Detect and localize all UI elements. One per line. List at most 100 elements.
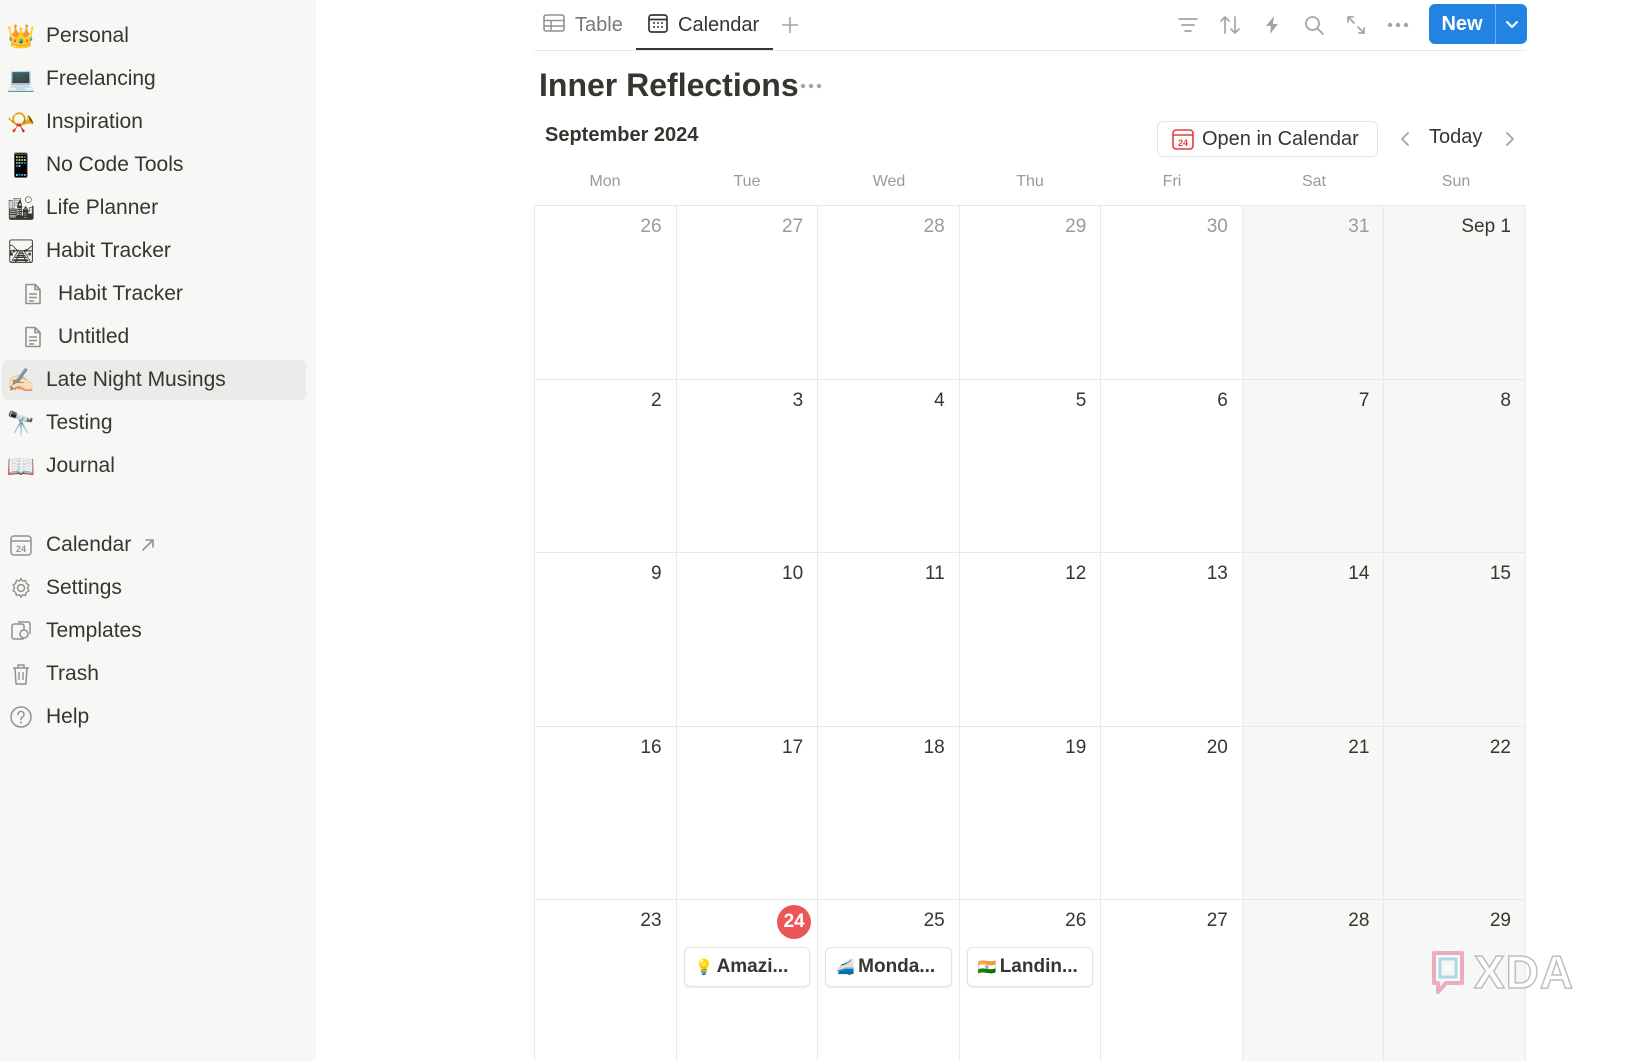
- calendar-day-cell[interactable]: 4: [818, 379, 960, 553]
- calendar-day-cell[interactable]: 2: [535, 379, 677, 553]
- sidebar-item-untitled[interactable]: Untitled: [14, 317, 306, 357]
- day-number: 29: [1065, 216, 1087, 237]
- calendar-day-cell[interactable]: 22: [1384, 726, 1526, 900]
- calendar-day-cell[interactable]: 14: [1242, 553, 1385, 727]
- day-number: 27: [1206, 910, 1228, 931]
- sidebar-item-no-code-tools[interactable]: 📱 No Code Tools: [2, 145, 306, 185]
- day-number: 26: [1065, 910, 1087, 931]
- day-number: 26: [640, 216, 662, 237]
- calendar-icon: [648, 13, 668, 38]
- calendar-day-cell[interactable]: 28: [818, 206, 960, 380]
- plus-icon: [782, 17, 798, 33]
- xda-logo-icon: [1432, 951, 1464, 994]
- calendar-day-cell[interactable]: 29: [959, 206, 1102, 380]
- sidebar-trash[interactable]: Trash: [2, 654, 306, 694]
- calendar-day-cell[interactable]: 26 🇮🇳 Landin...: [959, 900, 1102, 1061]
- calendar-day-cell[interactable]: 23: [535, 900, 677, 1061]
- sidebar-settings[interactable]: Settings: [2, 568, 306, 608]
- calendar-day-cell-today[interactable]: 24 💡 Amazi...: [676, 900, 819, 1061]
- chevron-down-icon: [1505, 20, 1518, 28]
- sidebar-help[interactable]: Help: [2, 697, 306, 737]
- calendar-day-cell[interactable]: 20: [1101, 726, 1243, 900]
- new-button[interactable]: New: [1429, 4, 1495, 44]
- day-number: 20: [1206, 736, 1228, 758]
- calendar-day-cell[interactable]: 27: [676, 206, 819, 380]
- sidebar-footer-label: Templates: [46, 619, 142, 642]
- calendar-day-cell[interactable]: 5: [959, 379, 1102, 553]
- event-card[interactable]: 🚄 Monda...: [825, 947, 952, 987]
- title-more-button[interactable]: [796, 74, 826, 98]
- previous-month-button[interactable]: [1392, 124, 1418, 154]
- calendar-day-cell[interactable]: 7: [1242, 379, 1385, 553]
- calendar-grid: 26 27 28 29 30 31 Sep 1 2 3 4 5 6 7 8 9 …: [534, 205, 1526, 1061]
- calendar-day-cell[interactable]: 12: [959, 553, 1102, 727]
- filter-icon: [1178, 18, 1198, 32]
- calendar-app-icon-date: 24: [1178, 138, 1188, 148]
- sidebar-item-personal[interactable]: 👑 Personal: [2, 16, 306, 56]
- calendar-day-cell[interactable]: 28: [1242, 900, 1385, 1061]
- sidebar-item-life-planner[interactable]: 🏙 Life Planner: [2, 188, 306, 228]
- sidebar-item-inspiration[interactable]: 📯 Inspiration: [2, 102, 306, 142]
- calendar-day-cell[interactable]: 31: [1242, 206, 1385, 380]
- weekday-header: Tue: [733, 173, 761, 190]
- next-month-button[interactable]: [1497, 124, 1523, 154]
- sort-button[interactable]: [1214, 9, 1246, 41]
- calendar-day-cell[interactable]: 21: [1242, 726, 1385, 900]
- weekday-header: Sun: [1441, 173, 1471, 190]
- expand-button[interactable]: [1340, 9, 1372, 41]
- calendar-day-cell[interactable]: 18: [818, 726, 960, 900]
- calendar-day-cell[interactable]: 6: [1101, 379, 1243, 553]
- calendar-day-cell[interactable]: 16: [535, 726, 677, 900]
- tab-table[interactable]: Table: [543, 6, 623, 44]
- calendar-day-cell[interactable]: 25 🚄 Monda...: [818, 900, 960, 1061]
- calendar-day-cell[interactable]: 17: [676, 726, 819, 900]
- filter-button[interactable]: [1172, 9, 1204, 41]
- day-number: 28: [923, 216, 945, 237]
- calendar-day-cell[interactable]: 26: [535, 206, 677, 380]
- day-number: 15: [1489, 563, 1511, 584]
- more-options-button[interactable]: [1382, 9, 1414, 41]
- sidebar-item-label: No Code Tools: [46, 153, 184, 176]
- sidebar-item-habit-tracker[interactable]: 🛤 Habit Tracker: [2, 231, 306, 271]
- expand-icon: [1347, 16, 1365, 34]
- calendar-day-cell[interactable]: Sep 1: [1384, 206, 1526, 380]
- tab-calendar[interactable]: Calendar: [648, 6, 759, 44]
- add-view-button[interactable]: [774, 9, 806, 41]
- sidebar-item-label: Life Planner: [46, 196, 159, 219]
- automation-button[interactable]: [1256, 9, 1288, 41]
- weekday-header: Mon: [589, 173, 621, 190]
- open-in-calendar-button[interactable]: 24 Open in Calendar: [1157, 121, 1378, 157]
- search-button[interactable]: [1298, 9, 1330, 41]
- sidebar-item-habit-tracker-page[interactable]: Habit Tracker: [14, 274, 306, 314]
- calendar-day-cell[interactable]: 10: [676, 553, 819, 727]
- today-button[interactable]: Today: [1429, 126, 1482, 149]
- event-card[interactable]: 🇮🇳 Landin...: [966, 947, 1094, 987]
- calendar-day-cell[interactable]: 30: [1101, 206, 1243, 380]
- new-dropdown-button[interactable]: [1496, 4, 1527, 44]
- calendar-day-cell[interactable]: 13: [1101, 553, 1243, 727]
- calendar-day-cell[interactable]: 19: [959, 726, 1102, 900]
- weekday-header: Wed: [872, 173, 906, 190]
- calendar-day-cell[interactable]: 3: [676, 379, 819, 553]
- sidebar-item-label: Journal: [46, 454, 115, 477]
- gear-icon: [4, 571, 38, 605]
- sidebar-item-journal[interactable]: 📖 Journal: [2, 446, 306, 486]
- sidebar-item-late-night-musings[interactable]: ✍🏻 Late Night Musings: [2, 360, 306, 400]
- sidebar-calendar-link[interactable]: 24 Calendar: [2, 525, 306, 565]
- day-number: 17: [782, 736, 804, 758]
- calendar-day-cell[interactable]: 11: [818, 553, 960, 727]
- calendar-day-cell[interactable]: 15: [1384, 553, 1526, 727]
- calendar-day-cell[interactable]: 8: [1384, 379, 1526, 553]
- writing-hand-icon: ✍🏻: [6, 367, 36, 393]
- event-title: Amazi...: [716, 956, 789, 977]
- sidebar-item-testing[interactable]: 🔭 Testing: [2, 403, 306, 443]
- tab-label: Calendar: [678, 13, 760, 36]
- sidebar-item-freelancing[interactable]: 💻 Freelancing: [2, 59, 306, 99]
- trash-icon: [4, 657, 38, 691]
- city-icon: 🏙: [6, 195, 36, 221]
- calendar-day-cell[interactable]: 27: [1101, 900, 1243, 1061]
- sidebar-templates[interactable]: Templates: [2, 611, 306, 651]
- day-number: 3: [792, 389, 804, 411]
- calendar-day-cell[interactable]: 9: [535, 553, 677, 727]
- event-card[interactable]: 💡 Amazi...: [683, 947, 811, 987]
